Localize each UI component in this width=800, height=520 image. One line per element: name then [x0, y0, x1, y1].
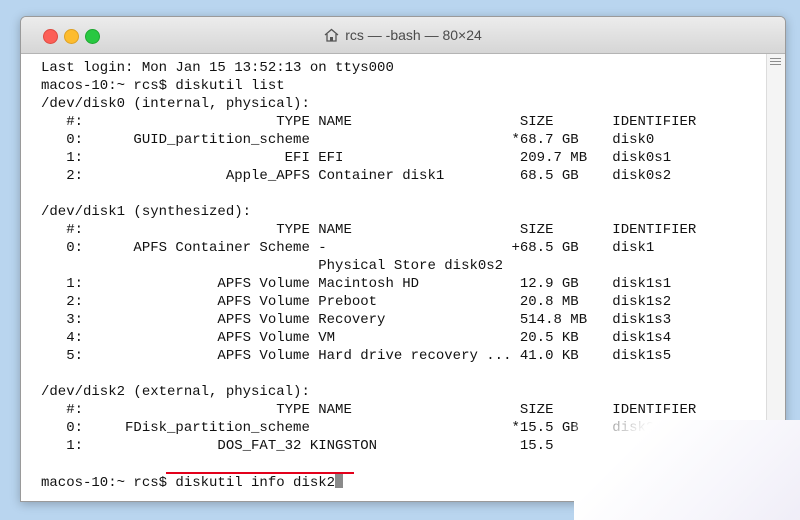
terminal-line: 1: EFI EFI 209.7 MB disk0s1 — [41, 150, 672, 166]
terminal-line: 4: APFS Volume VM 20.5 KB disk1s4 — [41, 330, 672, 346]
home-folder-icon — [324, 28, 339, 45]
terminal-line: 2: Apple_APFS Container disk1 68.5 GB di… — [41, 168, 672, 184]
text-cursor — [335, 473, 344, 488]
command-line[interactable]: macos-10:~ rcs$ diskutil info disk2 — [41, 473, 344, 491]
shell-prompt: macos-10:~ rcs$ — [41, 475, 176, 491]
terminal-line: 0: APFS Container Scheme - +68.5 GB disk… — [41, 240, 655, 256]
terminal-line: 3: APFS Volume Recovery 514.8 MB disk1s3 — [41, 312, 672, 328]
terminal-line: /dev/disk0 (internal, physical): — [41, 96, 310, 112]
window-title-container: rcs — -bash — 80×24 — [21, 27, 785, 45]
terminal-line: 2: APFS Volume Preboot 20.8 MB disk1s2 — [41, 294, 672, 310]
terminal-line: 0: GUID_partition_scheme *68.7 GB disk0 — [41, 132, 655, 148]
corner-overlay — [574, 420, 800, 520]
terminal-line: 1: DOS_FAT_32 KINGSTON 15.5 — [41, 438, 554, 454]
terminal-line: /dev/disk1 (synthesized): — [41, 204, 252, 220]
command-highlight-underline — [166, 472, 354, 474]
terminal-line: #: TYPE NAME SIZE IDENTIFIER — [41, 222, 697, 238]
terminal-line: macos-10:~ rcs$ diskutil list — [41, 78, 285, 94]
title-bar[interactable]: rcs — -bash — 80×24 — [21, 17, 785, 54]
terminal-line: #: TYPE NAME SIZE IDENTIFIER — [41, 114, 697, 130]
scrollbar-grip-icon[interactable] — [770, 58, 781, 67]
terminal-line: 0: FDisk_partition_scheme *15.5 GB disk2 — [41, 420, 655, 436]
terminal-line: Physical Store disk0s2 — [41, 258, 504, 274]
window-title: rcs — -bash — 80×24 — [345, 27, 482, 43]
typed-command[interactable]: diskutil info disk2 — [175, 475, 335, 491]
terminal-line: /dev/disk2 (external, physical): — [41, 384, 310, 400]
terminal-line: 1: APFS Volume Macintosh HD 12.9 GB disk… — [41, 276, 672, 292]
terminal-line: 5: APFS Volume Hard drive recovery ... 4… — [41, 348, 672, 364]
terminal-line: #: TYPE NAME SIZE IDENTIFIER — [41, 402, 697, 418]
terminal-line: Last login: Mon Jan 15 13:52:13 on ttys0… — [41, 60, 394, 76]
